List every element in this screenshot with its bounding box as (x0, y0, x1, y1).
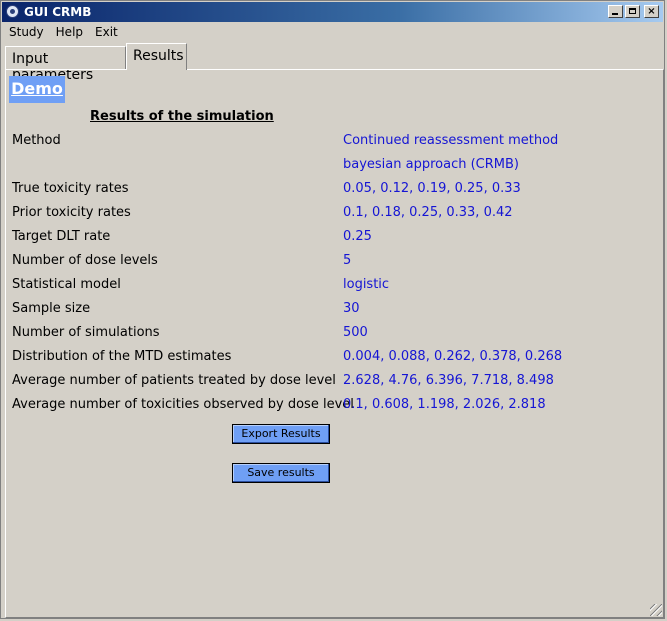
value-target-dlt: 0.25 (343, 229, 372, 244)
value-prior-toxicity: 0.1, 0.18, 0.25, 0.33, 0.42 (343, 205, 513, 220)
label-avg-toxicities: Average number of toxicities observed by… (12, 397, 354, 412)
menu-exit[interactable]: Exit (89, 24, 124, 42)
close-button[interactable]: × (644, 5, 659, 18)
value-avg-patients: 2.628, 4.76, 6.396, 7.718, 8.498 (343, 373, 554, 388)
label-target-dlt: Target DLT rate (12, 229, 111, 244)
value-method-cont: bayesian approach (CRMB) (343, 157, 519, 172)
value-avg-toxicities: 0.1, 0.608, 1.198, 2.026, 2.818 (343, 397, 546, 412)
label-avg-patients: Average number of patients treated by do… (12, 373, 336, 388)
title-bar[interactable]: GUI CRMB × (2, 2, 663, 22)
value-true-toxicity: 0.05, 0.12, 0.19, 0.25, 0.33 (343, 181, 521, 196)
save-results-button[interactable]: Save results (232, 463, 330, 483)
window-title: GUI CRMB (24, 5, 92, 19)
results-panel (5, 69, 664, 618)
app-window: GUI CRMB × Study Help Exit Input paramet… (0, 0, 665, 619)
resize-grip-icon[interactable] (650, 604, 662, 616)
tab-results[interactable]: Results (126, 43, 187, 70)
value-method: Continued reassessment method (343, 133, 559, 148)
menu-bar: Study Help Exit (3, 24, 124, 42)
value-mtd-distribution: 0.004, 0.088, 0.262, 0.378, 0.268 (343, 349, 563, 364)
label-simulations: Number of simulations (12, 325, 160, 340)
label-true-toxicity: True toxicity rates (12, 181, 129, 196)
r-logo-icon (6, 5, 19, 18)
maximize-button[interactable] (625, 5, 640, 18)
menu-help[interactable]: Help (50, 24, 89, 42)
label-prior-toxicity: Prior toxicity rates (12, 205, 131, 220)
value-sample-size: 30 (343, 301, 360, 316)
tab-input-parameters[interactable]: Input parameters (5, 46, 126, 83)
label-dose-levels: Number of dose levels (12, 253, 158, 268)
menu-study[interactable]: Study (3, 24, 50, 42)
results-title: Results of the simulation (90, 109, 274, 124)
label-method: Method (12, 133, 61, 148)
window-controls: × (608, 5, 659, 19)
value-dose-levels: 5 (343, 253, 352, 268)
demo-label: Demo (9, 76, 65, 103)
label-statistical-model: Statistical model (12, 277, 121, 292)
label-sample-size: Sample size (12, 301, 91, 316)
value-statistical-model: logistic (343, 277, 390, 292)
label-mtd-distribution: Distribution of the MTD estimates (12, 349, 232, 364)
value-simulations: 500 (343, 325, 368, 340)
export-results-button[interactable]: Export Results (232, 424, 330, 444)
minimize-button[interactable] (608, 5, 623, 18)
